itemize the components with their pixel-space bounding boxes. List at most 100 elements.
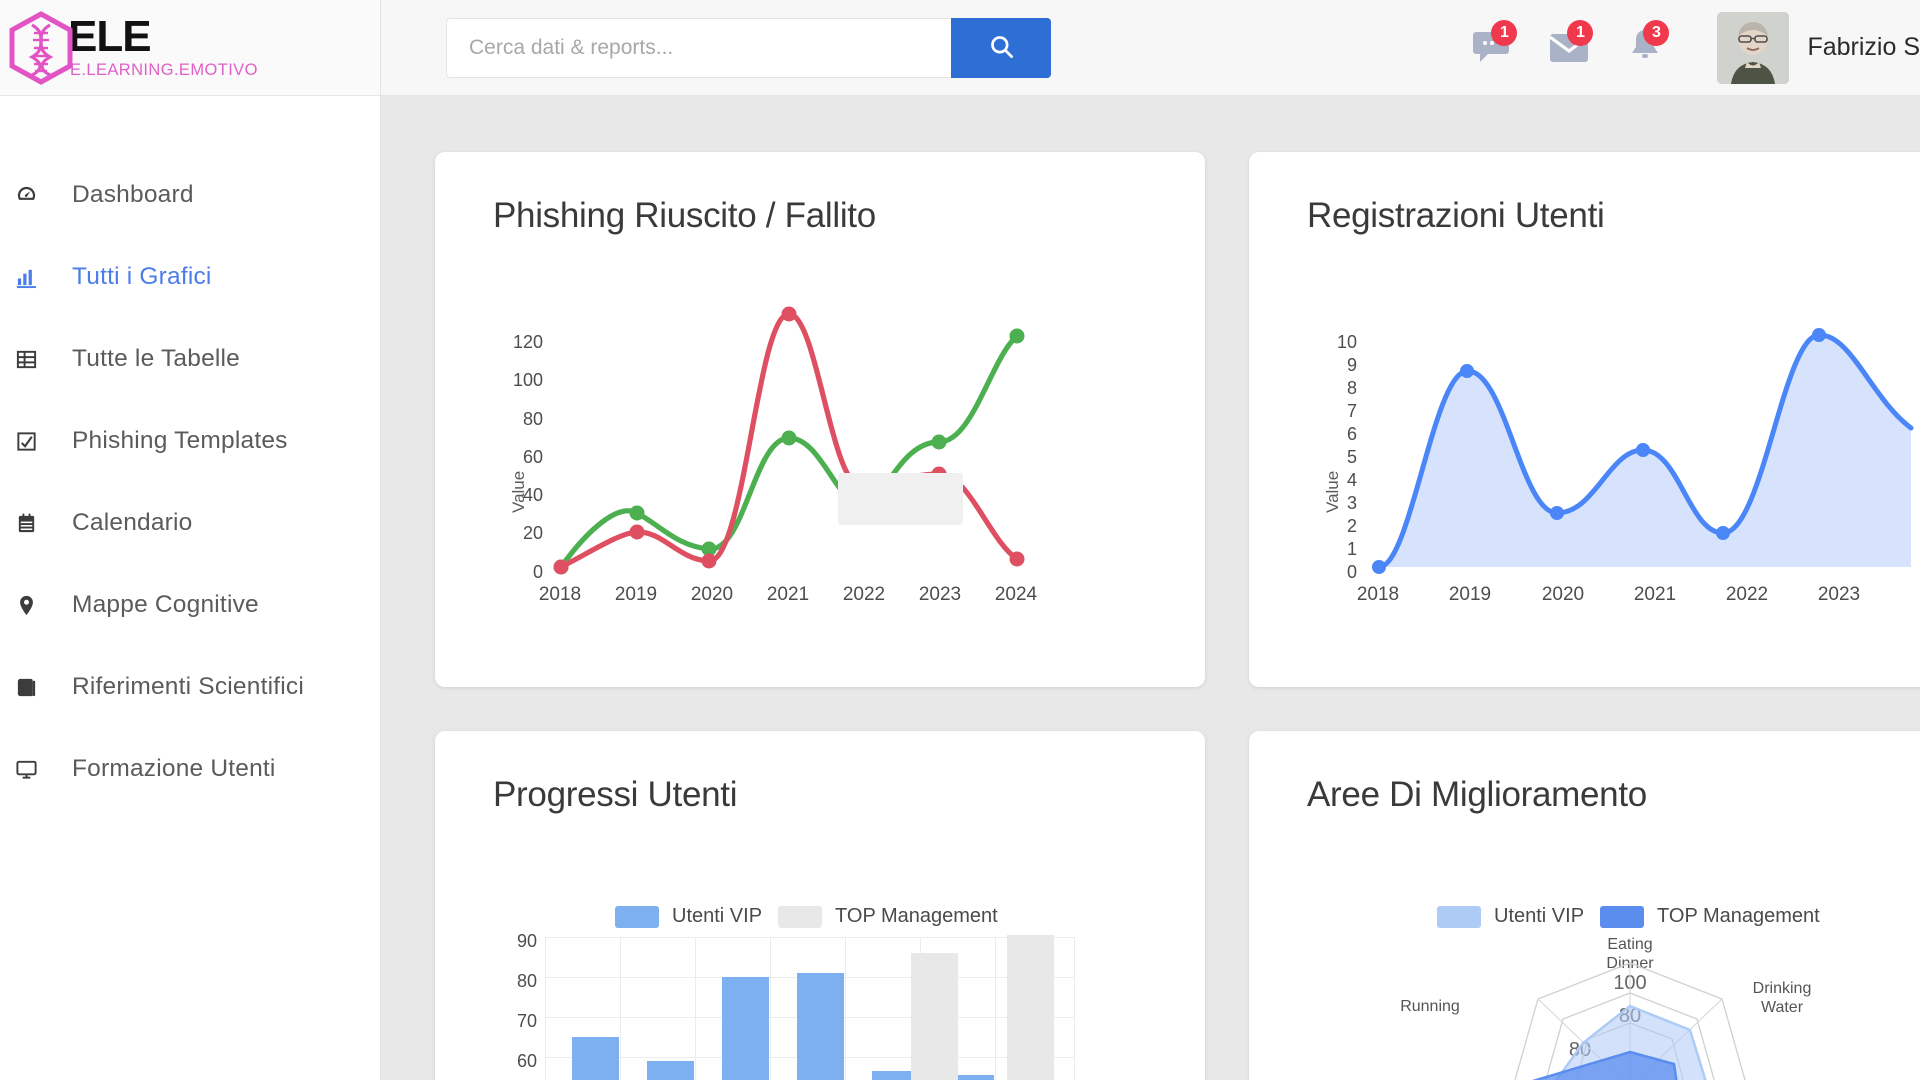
bell-badge: 3: [1643, 19, 1670, 46]
line-plot: [553, 306, 1025, 575]
radar-axis-line: Eating: [1607, 936, 1653, 953]
dna-hexagon-icon: [8, 10, 74, 85]
x-tick: 2021: [1633, 584, 1677, 605]
y-tick: 20: [522, 523, 543, 543]
y-tick: 80: [522, 409, 543, 429]
map-pin-icon: [4, 594, 48, 617]
page-title: Phishing Riuscito / Fallito: [493, 196, 876, 235]
y-tick: 1: [1346, 539, 1357, 559]
x-tick: 2023: [918, 584, 962, 605]
legend: Utenti VIP TOP Management: [1437, 905, 1820, 928]
sidebar-item-label: Tutti i Grafici: [72, 263, 212, 290]
bar-chart-icon: [4, 266, 48, 289]
x-tick: 2020: [1541, 584, 1585, 605]
bar-plot: [545, 935, 1075, 1080]
sidebar-item-label: Formazione Utenti: [72, 755, 276, 782]
legend-swatch: [615, 905, 659, 928]
card-aree-di-miglioramento: Aree Di Miglioramento Utenti VIP TOP Man…: [1249, 731, 1920, 1080]
sidebar-item-tutte-le-tabelle[interactable]: Tutte le Tabelle: [0, 318, 380, 400]
x-tick: 2020: [690, 584, 734, 605]
legend-swatch: [1437, 905, 1481, 928]
y-tick: 40: [522, 485, 543, 505]
dashboard-root: ELE E.LEARNING.EMOTIVO Dashboard Tutti i…: [0, 0, 1920, 1080]
legend-label: Utenti VIP: [672, 905, 763, 927]
x-tick: 2018: [538, 584, 582, 605]
search-input[interactable]: [446, 17, 951, 78]
y-tick: 100: [512, 370, 543, 390]
monitor-icon: [4, 758, 48, 781]
sidebar-item-label: Riferimenti Scientifici: [72, 673, 304, 700]
speedometer-icon: [4, 184, 48, 207]
y-tick: 5: [1346, 447, 1357, 467]
legend-item[interactable]: TOP Management: [1600, 905, 1820, 928]
bell-icon[interactable]: 3: [1607, 18, 1683, 78]
sidebar-item-label: Dashboard: [72, 181, 194, 208]
chat-icon[interactable]: 1: [1455, 18, 1531, 78]
header-actions: 1 1 3 Fabrizio S: [1455, 11, 1920, 84]
y-tick: 7: [1346, 401, 1357, 421]
x-tick: 2023: [1817, 584, 1861, 605]
y-tick: 10: [1336, 332, 1357, 352]
y-tick: 80: [516, 971, 537, 991]
user-name: Fabrizio S: [1807, 33, 1920, 61]
brand-text: ELE E.LEARNING.EMOTIVO: [68, 15, 258, 80]
card-progressi-utenti: Progressi Utenti Utenti VIP TOP Manageme…: [435, 731, 1205, 1080]
book-icon: [4, 676, 48, 699]
x-tick: 2019: [1448, 584, 1492, 605]
avatar[interactable]: [1717, 11, 1790, 84]
brand-subtitle: E.LEARNING.EMOTIVO: [70, 61, 258, 79]
sidebar-item-label: Phishing Templates: [72, 427, 288, 454]
sidebar-item-tutti-i-grafici[interactable]: Tutti i Grafici: [0, 236, 380, 318]
search-icon: [988, 33, 1015, 63]
sidebar-nav: Dashboard Tutti i Grafici Tutte le Tabel…: [0, 96, 380, 810]
sidebar-item-label: Calendario: [72, 509, 193, 536]
y-tick: 8: [1346, 378, 1357, 398]
charts-grid: Phishing Riuscito / Fallito Value 120 10…: [435, 152, 1920, 1080]
mail-icon[interactable]: 1: [1531, 18, 1607, 78]
sidebar-item-dashboard[interactable]: Dashboard: [0, 154, 380, 236]
y-tick: 90: [516, 931, 537, 951]
page-title: Aree Di Miglioramento: [1307, 775, 1647, 814]
sidebar-item-mappe-cognitive[interactable]: Mappe Cognitive: [0, 564, 380, 646]
sidebar-item-riferimenti-scientifici[interactable]: Riferimenti Scientifici: [0, 646, 380, 728]
sidebar-item-formazione-utenti[interactable]: Formazione Utenti: [0, 728, 380, 810]
sidebar-item-calendario[interactable]: Calendario: [0, 482, 380, 564]
x-tick: 2019: [614, 584, 658, 605]
chart-tooltip: [838, 473, 963, 525]
card-phishing-riuscito-fallito: Phishing Riuscito / Fallito Value 120 10…: [435, 152, 1205, 687]
x-tick: 2022: [842, 584, 886, 605]
x-tick: 2018: [1356, 584, 1400, 605]
sidebar-item-phishing-templates[interactable]: Phishing Templates: [0, 400, 380, 482]
y-tick: 3: [1346, 493, 1357, 513]
page-title: Registrazioni Utenti: [1307, 196, 1605, 235]
y-tick: 2: [1346, 516, 1357, 536]
y-tick: 9: [1346, 355, 1357, 375]
y-tick: 60: [516, 1051, 537, 1071]
sidebar: ELE E.LEARNING.EMOTIVO Dashboard Tutti i…: [0, 0, 381, 1080]
area-plot: [1372, 328, 1914, 574]
brand-header[interactable]: ELE E.LEARNING.EMOTIVO: [0, 0, 380, 96]
legend-label: TOP Management: [835, 905, 998, 927]
sidebar-item-label: Tutte le Tabelle: [72, 345, 241, 372]
search-button[interactable]: [951, 17, 1051, 78]
x-tick: 2024: [994, 584, 1038, 605]
legend-item[interactable]: Utenti VIP: [615, 905, 762, 928]
y-tick: 70: [516, 1011, 537, 1031]
y-tick: 120: [512, 332, 543, 352]
legend-item[interactable]: TOP Management: [778, 905, 998, 928]
search-bar: [446, 17, 1051, 78]
y-tick: 0: [1346, 562, 1357, 582]
y-tick: 6: [1346, 424, 1357, 444]
y-tick: 0: [532, 562, 543, 582]
chat-badge: 1: [1491, 19, 1518, 46]
legend-item[interactable]: Utenti VIP: [1437, 905, 1584, 928]
card-registrazioni-utenti: Registrazioni Utenti Value 10 9 8 7 6 5 …: [1249, 152, 1920, 687]
mail-badge: 1: [1567, 19, 1594, 46]
table-icon: [4, 348, 48, 371]
legend: Utenti VIP TOP Management: [615, 905, 998, 928]
checkbox-square-icon: [4, 430, 48, 453]
legend-swatch: [778, 905, 823, 928]
x-tick: 2021: [766, 584, 810, 605]
brand-title: ELE: [68, 12, 152, 61]
page-title: Progressi Utenti: [493, 775, 738, 814]
